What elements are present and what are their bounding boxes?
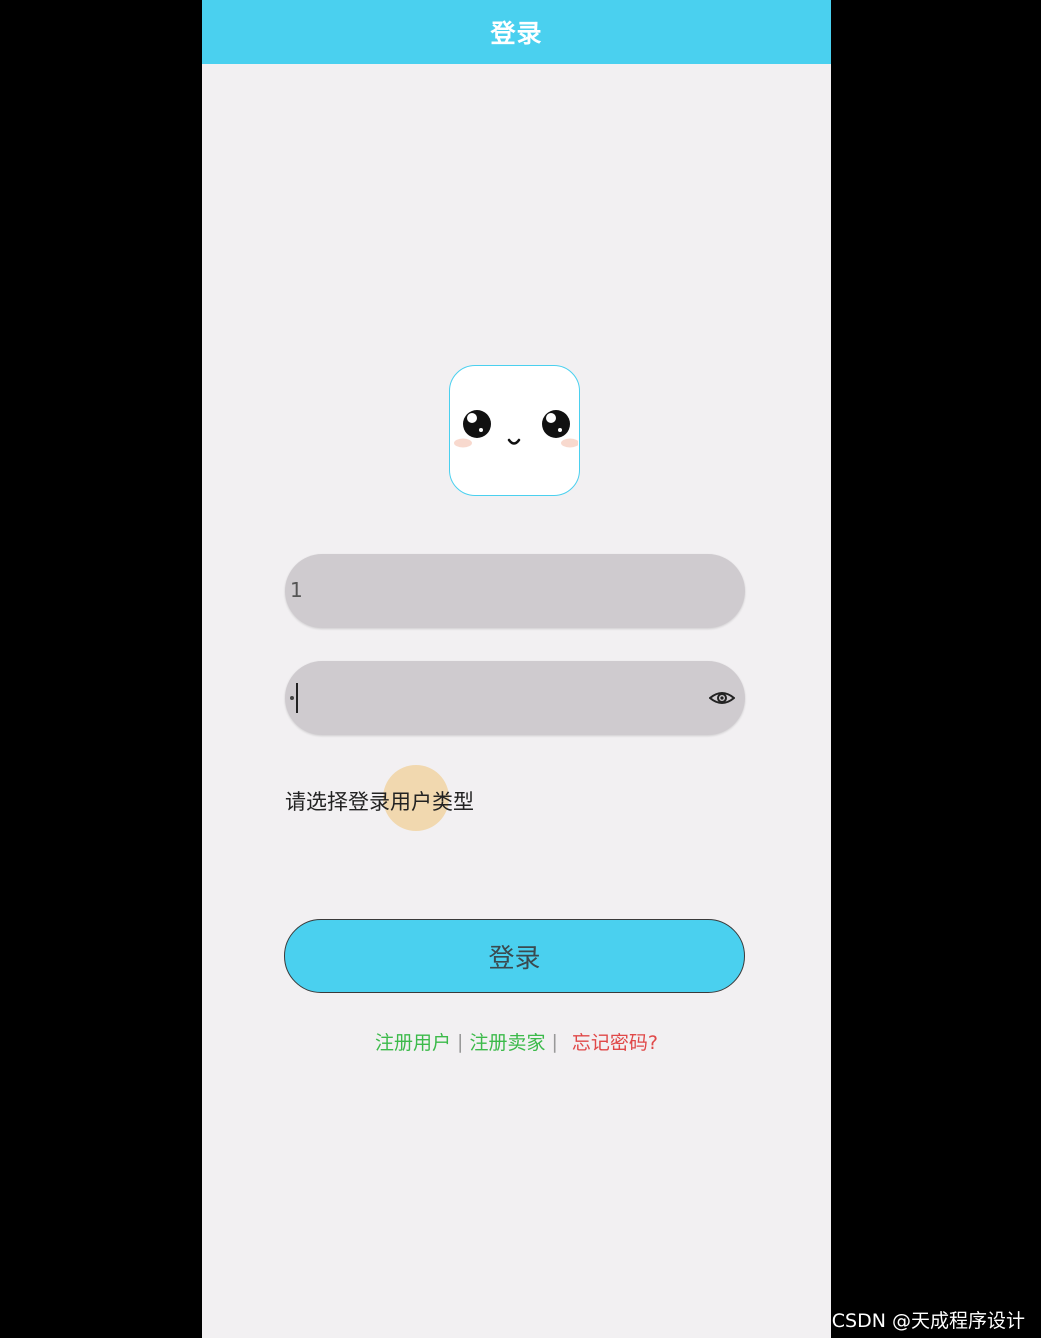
register-user-link[interactable]: 注册用户 [375,1028,451,1055]
eye-icon[interactable] [709,689,735,707]
login-button[interactable]: 登录 [284,919,745,993]
login-button-label: 登录 [488,943,541,974]
password-masked-char [290,696,294,700]
forgot-password-link[interactable]: 忘记密码? [572,1028,658,1055]
register-seller-link[interactable]: 注册卖家 [469,1028,545,1055]
page-title: 登录 [490,19,543,48]
link-separator: | [551,1030,558,1053]
auth-links: 注册用户 | 注册卖家 | 忘记密码? [202,1028,831,1055]
watermark-text: CSDN @天成程序设计 [831,1310,1025,1332]
text-caret [296,683,298,713]
username-value: 1 [290,578,303,602]
app-logo [449,365,580,496]
cute-face-icon [454,410,578,448]
nav-bar: 登录 [202,0,831,64]
user-type-selector[interactable]: 请选择登录用户类型 [285,786,474,816]
password-input[interactable] [285,661,745,735]
username-input[interactable]: 1 [285,554,745,628]
link-separator: | [457,1030,464,1053]
phone-screen: 登录 1 请选择登录用户类型 登录 注册用户 | 注册卖家 | 忘记密码? [202,0,831,1338]
